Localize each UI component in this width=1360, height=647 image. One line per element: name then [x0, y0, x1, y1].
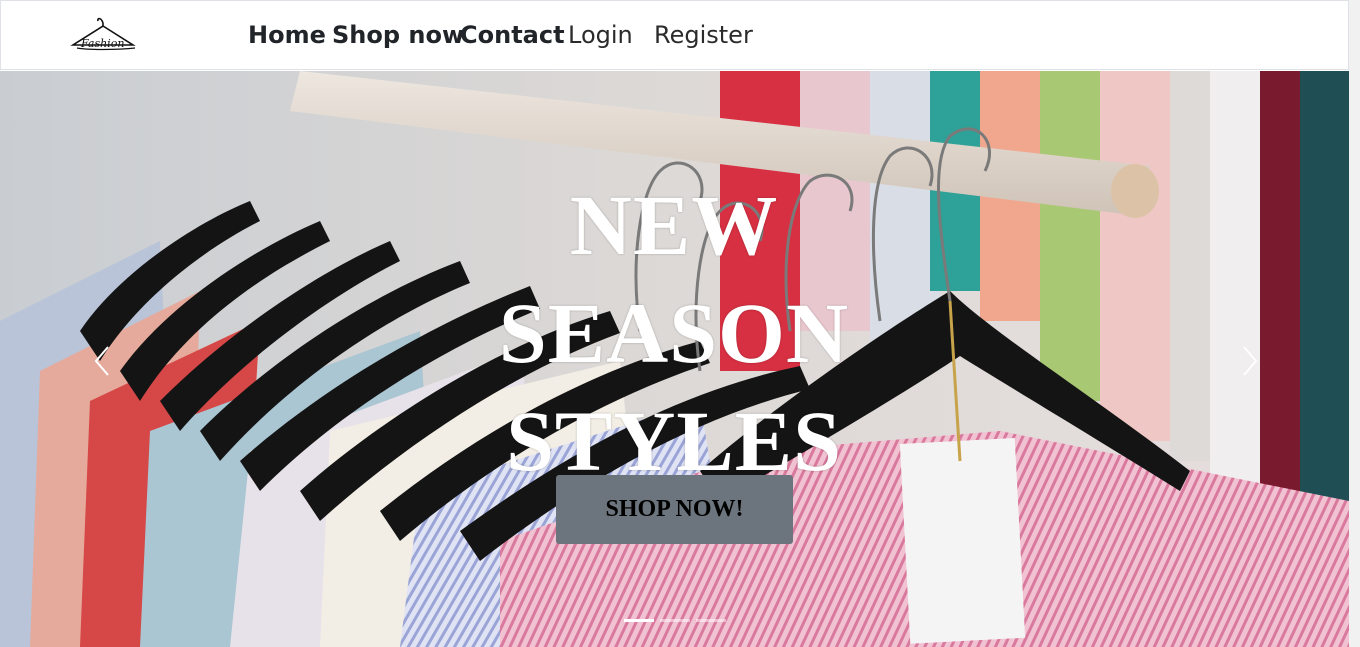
hero-headline: NEW SEASON STYLES: [474, 171, 874, 495]
chevron-left-icon[interactable]: [88, 341, 118, 381]
page-scrollbar[interactable]: [1349, 0, 1360, 647]
nav-shop-now[interactable]: Shop now: [332, 21, 464, 49]
carousel-indicator-1[interactable]: [624, 619, 654, 622]
carousel-indicators: [624, 619, 734, 623]
nav-login[interactable]: Login: [568, 21, 633, 49]
hero-carousel: NEW SEASON STYLES SHOP NOW!: [0, 71, 1349, 647]
logo-text: Fashion: [80, 37, 124, 50]
carousel-indicator-3[interactable]: [696, 619, 726, 622]
nav-register[interactable]: Register: [654, 21, 753, 49]
logo[interactable]: Fashion: [67, 15, 139, 55]
nav-home[interactable]: Home: [248, 21, 326, 49]
shop-now-button[interactable]: SHOP NOW!: [556, 475, 793, 544]
chevron-right-icon[interactable]: [1234, 341, 1264, 381]
headline-line-season: SEASON: [498, 285, 850, 381]
nav-contact[interactable]: Contact: [460, 21, 565, 49]
carousel-indicator-2[interactable]: [660, 619, 690, 622]
headline-line-new: NEW: [569, 177, 779, 273]
navbar: Fashion Home Shop now Contact Login Regi…: [0, 0, 1349, 70]
